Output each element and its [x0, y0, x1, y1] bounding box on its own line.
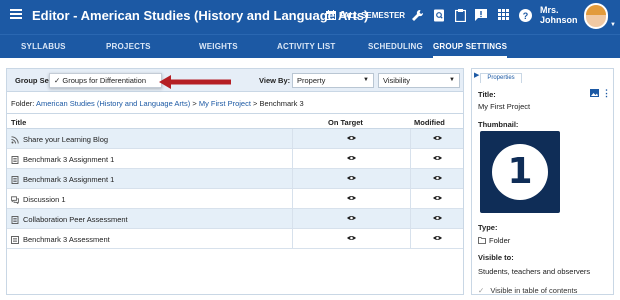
view-by-select[interactable]: Property ▼	[292, 73, 374, 88]
type-value: Folder	[478, 236, 510, 245]
user-name[interactable]: Mrs. Johnson	[540, 5, 578, 25]
visible-toc-checkbox[interactable]: ✓ Visible in table of contents	[478, 286, 577, 295]
avatar[interactable]	[584, 3, 608, 29]
eye-icon[interactable]	[433, 135, 442, 141]
breadcrumb-course-link[interactable]: American Studies (History and Language A…	[36, 99, 190, 108]
assignment-icon	[11, 215, 19, 224]
table-row[interactable]: Benchmark 3 Assessment	[7, 229, 463, 249]
page-title: Editor - American Studies (History and L…	[32, 8, 369, 23]
eye-icon[interactable]	[433, 215, 442, 221]
clipboard-icon[interactable]	[453, 9, 467, 23]
table-header: Title On Target Modified	[7, 113, 463, 129]
visible-to-label: Visible to:	[478, 253, 514, 262]
check-icon: ✓	[478, 286, 485, 295]
table-row[interactable]: Collaboration Peer Assessment	[7, 209, 463, 229]
eye-icon[interactable]	[433, 235, 442, 241]
eye-icon[interactable]	[433, 175, 442, 181]
tab-syllabus[interactable]: SYLLABUS	[21, 35, 66, 59]
main-panel: Group Se ✓ Groups for Differentiation Vi…	[6, 68, 464, 295]
semester-label: FALL SEMESTER	[339, 10, 406, 20]
group-dropdown-option[interactable]: ✓ Groups for Differentiation	[49, 73, 162, 88]
annotation-arrow	[159, 75, 231, 89]
chevron-down-icon: ▼	[363, 77, 369, 83]
blog-icon	[11, 135, 19, 144]
help-icon[interactable]: ?	[518, 9, 532, 23]
search-document-icon[interactable]	[432, 9, 446, 23]
title-value: My First Project	[478, 102, 531, 111]
activity-table: Share your Learning Blog Benchmark 3 Ass…	[7, 129, 463, 249]
title-label: Title:	[478, 90, 496, 99]
thumbnail-label: Thumbnail:	[478, 120, 519, 129]
tab-group-settings[interactable]: GROUP SETTINGS	[433, 35, 508, 59]
group-settings-label: Group Se	[15, 76, 49, 85]
image-icon[interactable]	[590, 89, 599, 97]
discussion-icon	[11, 195, 19, 204]
eye-icon[interactable]	[347, 215, 356, 221]
column-title[interactable]: Title	[11, 118, 26, 127]
eye-icon[interactable]	[347, 175, 356, 181]
folder-icon	[478, 237, 486, 244]
eye-icon[interactable]	[347, 235, 356, 241]
column-on-target[interactable]: On Target	[328, 118, 363, 127]
tab-scheduling[interactable]: SCHEDULING	[368, 35, 423, 59]
visibility-select[interactable]: Visibility ▼	[378, 73, 460, 88]
type-label: Type:	[478, 223, 498, 232]
breadcrumb: Folder: American Studies (History and La…	[11, 99, 304, 108]
tab-projects[interactable]: PROJECTS	[106, 35, 151, 59]
breadcrumb-project-link[interactable]: My First Project	[199, 99, 251, 108]
more-options-icon[interactable]: ⋮	[602, 88, 611, 99]
chevron-down-icon[interactable]: ▼	[610, 22, 616, 28]
thumbnail-image[interactable]: 1	[480, 131, 560, 213]
table-row[interactable]: Benchmark 3 Assignment 1	[7, 169, 463, 189]
eye-icon[interactable]	[347, 135, 356, 141]
eye-icon[interactable]	[347, 195, 356, 201]
collapse-panel-icon[interactable]: ▶	[474, 71, 479, 79]
chevron-down-icon: ▼	[449, 77, 455, 83]
tab-properties[interactable]: Properties	[480, 73, 522, 83]
view-by-label: View By:	[259, 76, 291, 85]
table-row[interactable]: Discussion 1	[7, 189, 463, 209]
apps-grid-icon[interactable]	[496, 9, 510, 23]
assignment-icon	[11, 155, 19, 164]
semester-selector[interactable]: FALL SEMESTER	[326, 10, 405, 20]
hamburger-menu-icon[interactable]	[10, 9, 22, 19]
thumbnail-number: 1	[492, 144, 548, 200]
breadcrumb-current: Benchmark 3	[259, 99, 304, 108]
wrench-icon[interactable]	[410, 9, 424, 23]
tab-weights[interactable]: WEIGHTS	[199, 35, 238, 59]
tab-activity-list[interactable]: ACTIVITY LIST	[277, 35, 335, 59]
visible-to-value: Students, teachers and observers	[478, 267, 591, 276]
top-header: Editor - American Studies (History and L…	[0, 0, 620, 34]
column-modified[interactable]: Modified	[414, 118, 445, 127]
table-row[interactable]: Share your Learning Blog	[7, 129, 463, 149]
alert-message-icon[interactable]	[474, 9, 488, 23]
svg-text:?: ?	[522, 11, 528, 21]
nav-tabs: SYLLABUS PROJECTS WEIGHTS ACTIVITY LIST …	[0, 34, 620, 59]
eye-icon[interactable]	[347, 155, 356, 161]
assignment-icon	[11, 175, 19, 184]
eye-icon[interactable]	[433, 195, 442, 201]
assessment-icon	[11, 235, 19, 244]
eye-icon[interactable]	[433, 155, 442, 161]
calendar-icon	[326, 10, 336, 20]
properties-panel: ▶ Properties Title: ⋮ My First Project T…	[471, 68, 614, 295]
table-row[interactable]: Benchmark 3 Assignment 1	[7, 149, 463, 169]
filter-toolbar: Group Se ✓ Groups for Differentiation Vi…	[7, 69, 463, 92]
